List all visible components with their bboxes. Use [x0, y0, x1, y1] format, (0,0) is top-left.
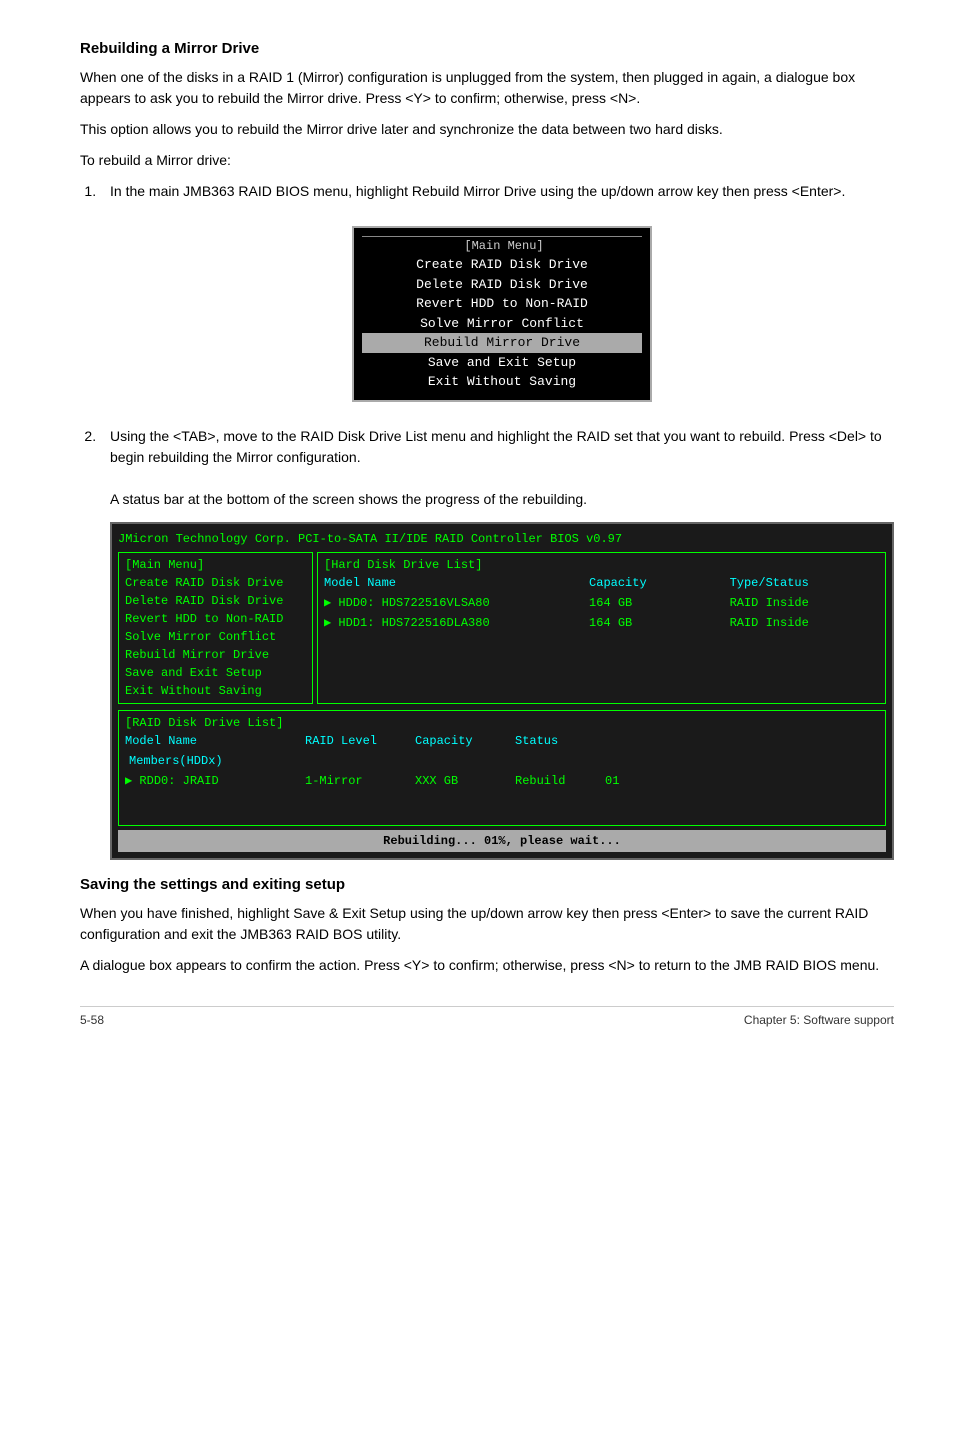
menu-item: Create RAID Disk Drive	[362, 255, 642, 275]
raid-list-headers: Model Name RAID Level Capacity Status	[125, 732, 879, 750]
menu-item: Rebuild Mirror Drive	[362, 333, 642, 353]
menu-item: Revert HDD to Non-RAID	[362, 294, 642, 314]
section1-para3: To rebuild a Mirror drive:	[80, 150, 894, 171]
bios-menu-box: [Main Menu] Create RAID Disk DriveDelete…	[352, 226, 652, 402]
bios-left-panel: [Main Menu] Create RAID Disk DriveDelete…	[118, 552, 313, 704]
section2-title: Saving the settings and exiting setup	[80, 876, 894, 893]
menu-item: Save and Exit Setup	[362, 353, 642, 373]
bios-left-item: Revert HDD to Non-RAID	[125, 610, 306, 628]
section1-para2: This option allows you to rebuild the Mi…	[80, 119, 894, 140]
bios-disk-row: ▶ HDD0: HDS722516VLSA80164 GBRAID Inside	[324, 594, 879, 612]
bios-left-item: Delete RAID Disk Drive	[125, 592, 306, 610]
section2-para2: A dialogue box appears to confirm the ac…	[80, 955, 894, 976]
menu-item: Delete RAID Disk Drive	[362, 275, 642, 295]
step1: In the main JMB363 RAID BIOS menu, highl…	[100, 181, 894, 414]
menu-item: Solve Mirror Conflict	[362, 314, 642, 334]
bios-left-item: Exit Without Saving	[125, 682, 306, 700]
bios-left-item: Solve Mirror Conflict	[125, 628, 306, 646]
menu-item: Exit Without Saving	[362, 372, 642, 392]
footer-chapter: Chapter 5: Software support	[744, 1013, 894, 1027]
bios-screenshot: JMicron Technology Corp. PCI-to-SATA II/…	[110, 522, 894, 860]
bios-left-item: Create RAID Disk Drive	[125, 574, 306, 592]
section1-para1: When one of the disks in a RAID 1 (Mirro…	[80, 67, 894, 109]
status-bar: Rebuilding... 01%, please wait...	[118, 830, 886, 852]
bios-right-headers: Model Name Capacity Type/Status	[324, 574, 879, 592]
raid-entry-row: ▶ RDD0: JRAID1-MirrorXXX GBRebuild01	[125, 772, 879, 790]
raid-list-title: [RAID Disk Drive List]	[125, 714, 879, 732]
footer-page: 5-58	[80, 1013, 104, 1027]
raid-members-row: Members(HDDx)	[125, 752, 879, 770]
bios-header: JMicron Technology Corp. PCI-to-SATA II/…	[118, 530, 886, 548]
bios-right-panel: [Hard Disk Drive List] Model Name Capaci…	[317, 552, 886, 704]
bios-disk-row: ▶ HDD1: HDS722516DLA380164 GBRAID Inside	[324, 614, 879, 632]
menu-title: [Main Menu]	[362, 236, 642, 255]
bios-right-title: [Hard Disk Drive List]	[324, 556, 879, 574]
step2: Using the <TAB>, move to the RAID Disk D…	[100, 426, 894, 860]
footer: 5-58 Chapter 5: Software support	[80, 1006, 894, 1027]
bios-left-item: Rebuild Mirror Drive	[125, 646, 306, 664]
raid-disk-list: [RAID Disk Drive List] Model Name RAID L…	[118, 710, 886, 826]
section2-para1: When you have finished, highlight Save &…	[80, 903, 894, 945]
section1-title: Rebuilding a Mirror Drive	[80, 40, 894, 57]
bios-left-title: [Main Menu]	[125, 556, 306, 574]
bios-left-item: Save and Exit Setup	[125, 664, 306, 682]
